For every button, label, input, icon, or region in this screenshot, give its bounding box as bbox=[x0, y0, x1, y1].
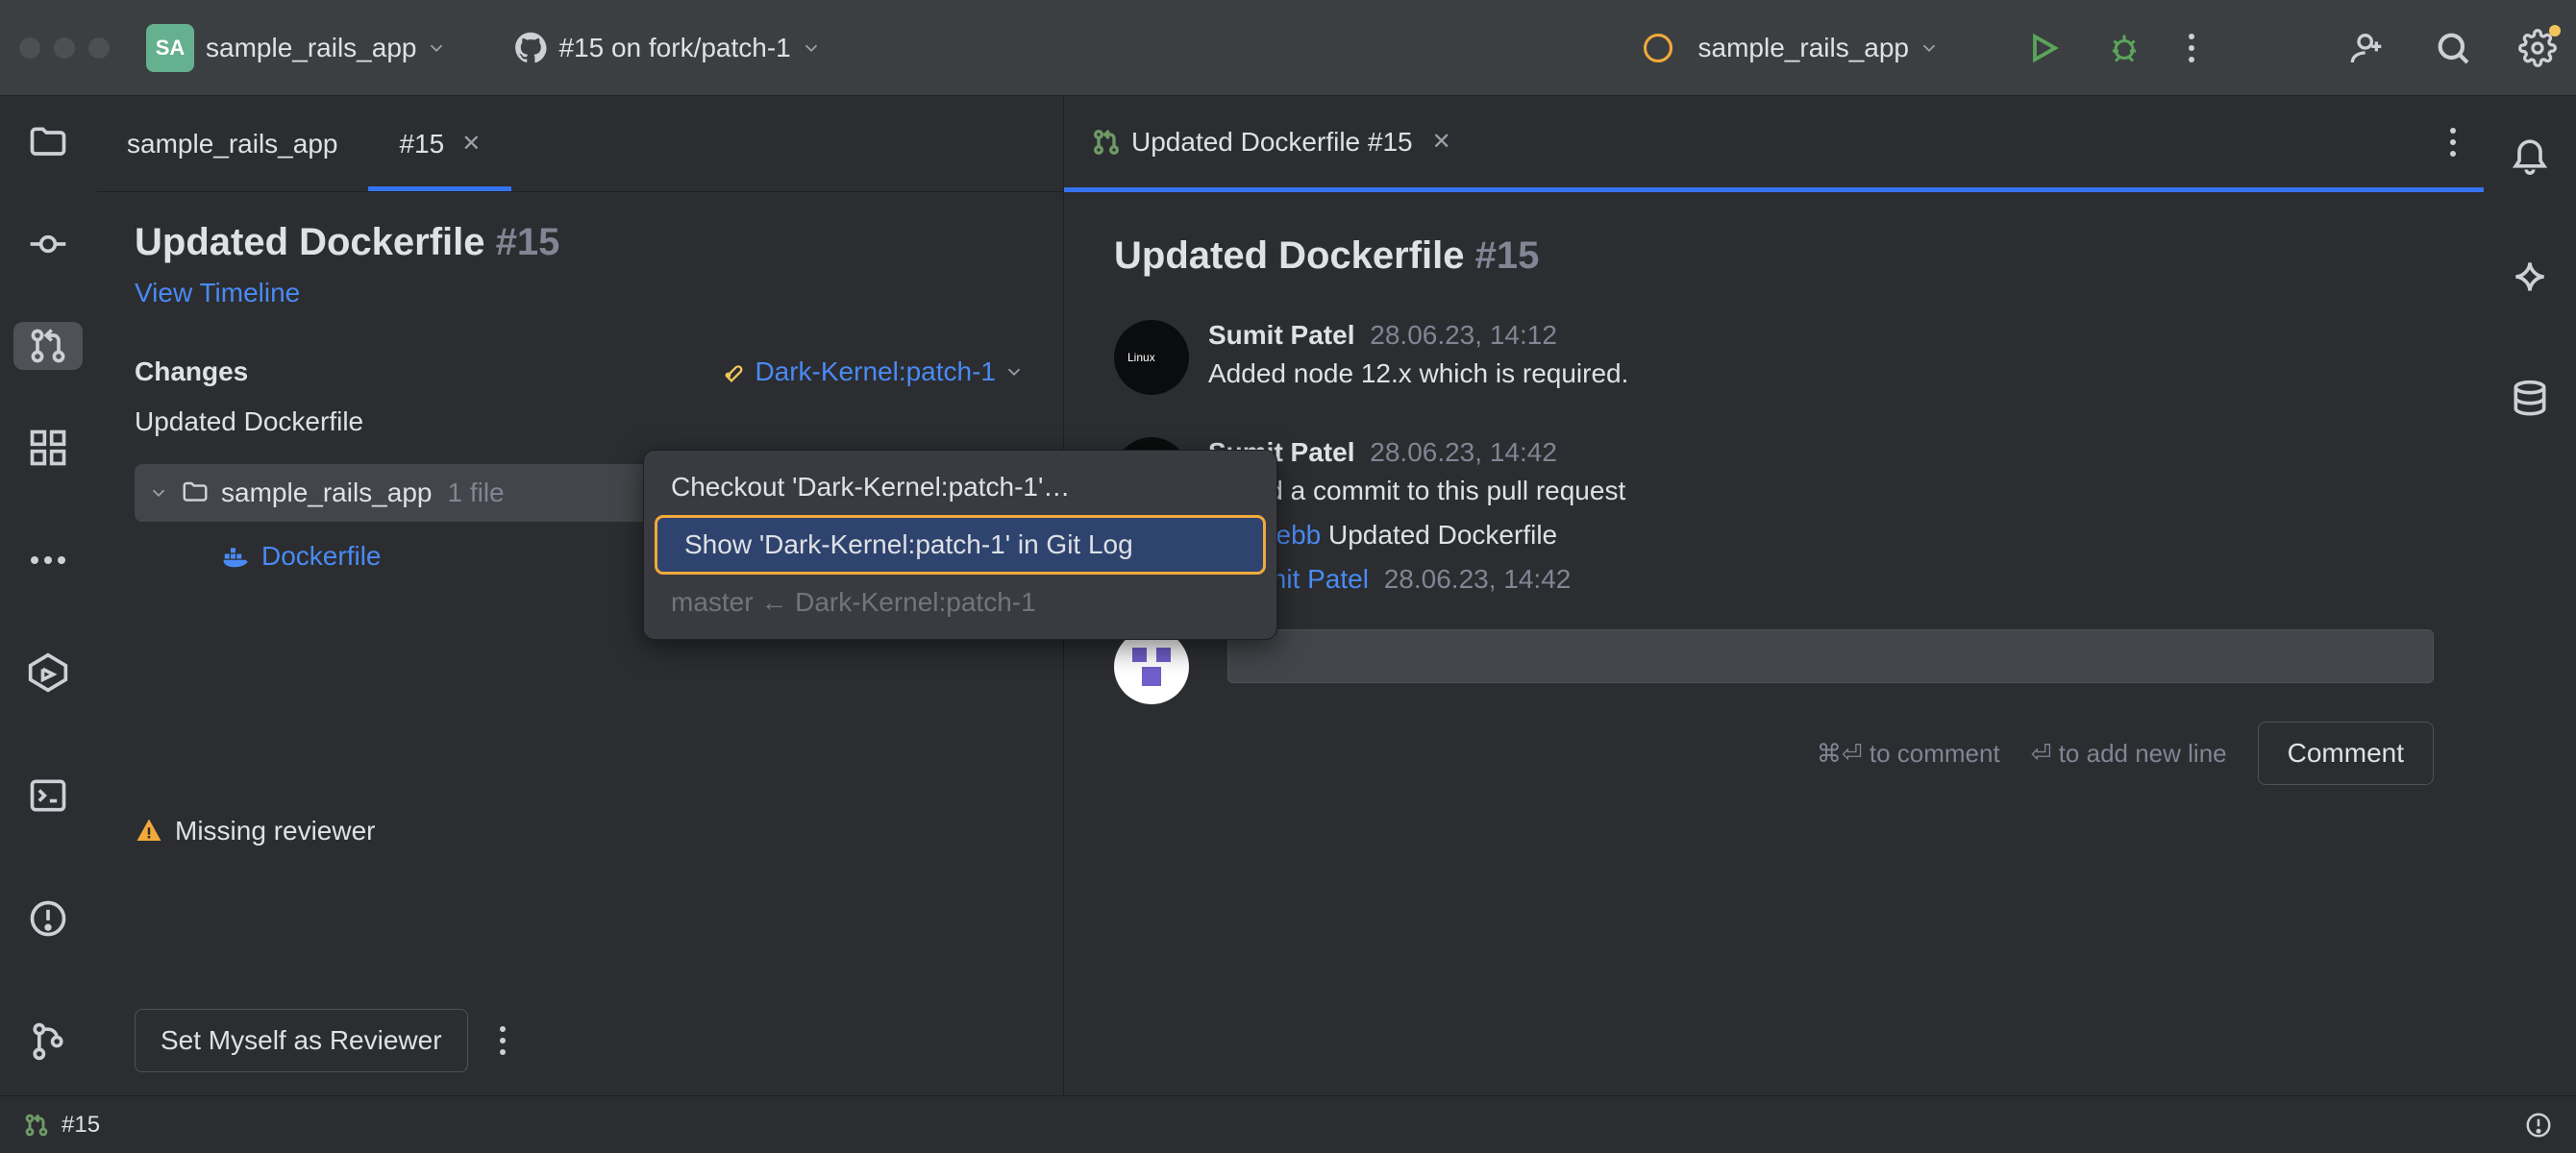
commit-tool-icon[interactable] bbox=[13, 221, 83, 269]
left-tool-rail bbox=[0, 96, 96, 1095]
project-name[interactable]: sample_rails_app bbox=[206, 33, 416, 63]
avatar bbox=[1114, 629, 1189, 704]
comment-button[interactable]: Comment bbox=[2258, 722, 2434, 785]
changes-heading: Changes bbox=[135, 356, 248, 387]
close-icon[interactable]: ✕ bbox=[1432, 128, 1451, 156]
comment-composer bbox=[1114, 629, 2434, 704]
project-tool-icon[interactable] bbox=[13, 119, 83, 167]
svg-text:Linux: Linux bbox=[1127, 351, 1155, 364]
debug-icon[interactable] bbox=[2107, 31, 2142, 65]
warning-icon bbox=[135, 817, 163, 846]
event-text: Added node 12.x which is required. bbox=[1208, 358, 1628, 389]
titlebar: SA sample_rails_app #15 on fork/patch-1 … bbox=[0, 0, 2576, 96]
status-pr-label: #15 bbox=[62, 1112, 100, 1139]
ai-assistant-tool-icon[interactable] bbox=[2495, 242, 2564, 311]
chevron-down-icon[interactable] bbox=[1919, 37, 1951, 59]
git-tool-icon[interactable] bbox=[13, 1007, 83, 1076]
right-tab-bar: Updated Dockerfile #15 ✕ bbox=[1064, 96, 2484, 192]
run-target-label: sample_rails_app bbox=[1698, 33, 1909, 63]
menu-item-checkout[interactable]: Checkout 'Dark-Kernel:patch-1'… bbox=[644, 460, 1276, 514]
folder-icon bbox=[181, 478, 210, 507]
right-tab-label[interactable]: Updated Dockerfile #15 bbox=[1131, 127, 1413, 158]
folder-name: sample_rails_app bbox=[221, 478, 432, 508]
branch-context-menu: Checkout 'Dark-Kernel:patch-1'… Show 'Da… bbox=[643, 450, 1277, 640]
project-avatar: SA bbox=[146, 24, 194, 72]
chevron-down-icon[interactable] bbox=[426, 37, 447, 59]
status-bar: #15 bbox=[0, 1095, 2576, 1153]
commit-message: Updated Dockerfile bbox=[1328, 520, 1557, 550]
services-tool-icon[interactable] bbox=[13, 638, 83, 707]
timeline-event: Linux Sumit Patel 28.06.23, 14:42 added … bbox=[1114, 437, 2434, 595]
center-branch-label: #15 on fork/patch-1 bbox=[558, 33, 790, 63]
commit-message: Updated Dockerfile bbox=[135, 406, 1025, 437]
run-icon[interactable] bbox=[2026, 31, 2061, 65]
kebab-menu-icon[interactable] bbox=[2449, 125, 2457, 159]
pull-request-tool-icon[interactable] bbox=[13, 322, 83, 370]
hint-newline-shortcut: ⏎ to add new line bbox=[2031, 739, 2227, 769]
timeline-event: Linux Sumit Patel 28.06.23, 14:12 Added … bbox=[1114, 320, 2434, 395]
pr-title-number: #15 bbox=[496, 221, 560, 263]
terminal-tool-icon[interactable] bbox=[13, 761, 83, 830]
event-timestamp: 28.06.23, 14:42 bbox=[1370, 437, 1557, 467]
menu-item-show-git-log[interactable]: Show 'Dark-Kernel:patch-1' in Git Log bbox=[657, 518, 1263, 572]
structure-tool-icon[interactable] bbox=[13, 424, 83, 472]
window-controls bbox=[19, 37, 110, 59]
chevron-down-icon[interactable] bbox=[801, 37, 822, 59]
notifications-tool-icon[interactable] bbox=[2495, 119, 2564, 188]
github-icon bbox=[514, 32, 547, 64]
close-window-dot[interactable] bbox=[19, 37, 40, 59]
problems-tool-icon[interactable] bbox=[13, 884, 83, 953]
status-problem-icon[interactable] bbox=[2524, 1111, 2553, 1140]
timeline-title-text: Updated Dockerfile bbox=[1114, 234, 1465, 277]
event-author: Sumit Patel bbox=[1208, 320, 1354, 350]
docker-icon bbox=[221, 542, 250, 571]
settings-icon[interactable] bbox=[2518, 29, 2557, 67]
comment-input[interactable] bbox=[1227, 629, 2434, 683]
pr-detail-pane: sample_rails_app #15 ✕ Updated Dockerfil… bbox=[96, 96, 1064, 1095]
branch-label: Dark-Kernel:patch-1 bbox=[755, 356, 996, 387]
branch-selector[interactable]: Dark-Kernel:patch-1 bbox=[718, 356, 1025, 387]
left-tab-bar: sample_rails_app #15 ✕ bbox=[96, 96, 1063, 192]
set-myself-reviewer-button[interactable]: Set Myself as Reviewer bbox=[135, 1009, 468, 1072]
pull-request-icon bbox=[1091, 127, 1122, 158]
hint-comment-shortcut: ⌘⏎ to comment bbox=[1817, 739, 2000, 769]
kebab-menu-icon[interactable] bbox=[2188, 31, 2195, 65]
avatar: Linux bbox=[1114, 320, 1189, 395]
menu-item-merge-direction: master ← Dark-Kernel:patch-1 bbox=[644, 576, 1276, 629]
reviewer-warning: Missing reviewer bbox=[135, 816, 1025, 846]
run-target-selector[interactable]: sample_rails_app bbox=[1641, 31, 1951, 65]
timeline-title-number: #15 bbox=[1475, 234, 1540, 277]
reviewer-warning-text: Missing reviewer bbox=[175, 816, 376, 846]
folder-meta: 1 file bbox=[447, 478, 504, 508]
status-branch[interactable]: #15 bbox=[23, 1112, 100, 1139]
vcs-branch-selector[interactable]: #15 on fork/patch-1 bbox=[514, 32, 821, 64]
chevron-down-icon bbox=[148, 482, 169, 503]
event-timestamp: 28.06.23, 14:12 bbox=[1370, 320, 1557, 350]
zoom-window-dot[interactable] bbox=[88, 37, 110, 59]
tab-label: #15 bbox=[399, 129, 444, 159]
right-tool-rail bbox=[2484, 96, 2576, 1095]
more-tool-windows-icon[interactable] bbox=[13, 536, 83, 584]
commit-timestamp: 28.06.23, 14:42 bbox=[1384, 564, 1572, 594]
tab-project[interactable]: sample_rails_app bbox=[96, 96, 368, 191]
close-icon[interactable]: ✕ bbox=[461, 130, 481, 158]
kebab-menu-icon[interactable] bbox=[487, 1012, 518, 1069]
search-icon[interactable] bbox=[2434, 29, 2472, 67]
view-timeline-link[interactable]: View Timeline bbox=[135, 278, 1025, 308]
database-tool-icon[interactable] bbox=[2495, 365, 2564, 434]
pr-title-text: Updated Dockerfile bbox=[135, 221, 485, 263]
pr-title: Updated Dockerfile #15 bbox=[135, 221, 1025, 264]
file-name: Dockerfile bbox=[261, 541, 381, 572]
timeline-title: Updated Dockerfile #15 bbox=[1114, 234, 2434, 278]
tab-pr-number[interactable]: #15 ✕ bbox=[368, 96, 511, 191]
collaborate-icon[interactable] bbox=[2349, 29, 2388, 67]
minimize-window-dot[interactable] bbox=[54, 37, 75, 59]
tab-label: sample_rails_app bbox=[127, 129, 337, 159]
